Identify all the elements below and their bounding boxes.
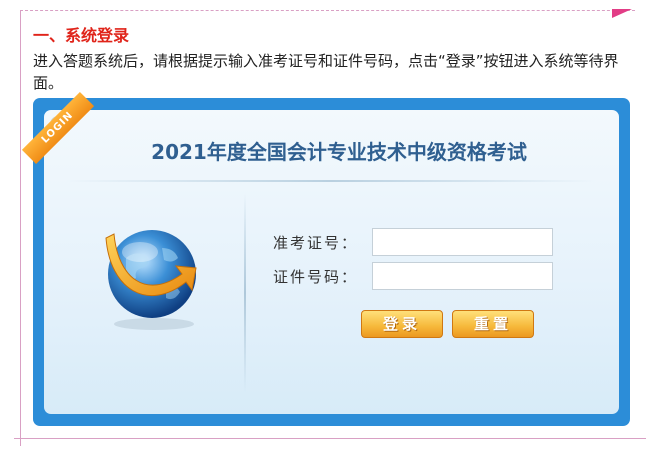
- login-inner-panel: 2021年度全国会计专业技术中级资格考试 准考证号： 证件号码： 登录 重置: [44, 110, 619, 414]
- corner-flag-icon: [612, 9, 632, 18]
- page-border-left: [20, 10, 21, 446]
- page-border-top: [20, 10, 635, 11]
- vertical-divider: [244, 193, 246, 393]
- admission-number-label: 准考证号：: [273, 234, 359, 252]
- section-intro: 进入答题系统后，请根据提示输入准考证号和证件号码，点击“登录”按钮进入系统等待界…: [33, 52, 619, 92]
- id-number-label: 证件号码：: [273, 268, 359, 286]
- login-panel: 2021年度全国会计专业技术中级资格考试 准考证号： 证件号码： 登录 重置 L…: [21, 91, 630, 426]
- admission-number-input[interactable]: [372, 228, 553, 256]
- exam-title: 2021年度全国会计专业技术中级资格考试: [151, 140, 527, 164]
- section-heading: 一、系统登录: [33, 26, 130, 45]
- globe-arrow-icon: [96, 208, 208, 334]
- admission-number-row: 准考证号：: [273, 228, 553, 256]
- title-divider: [66, 180, 596, 182]
- id-number-input[interactable]: [372, 262, 553, 290]
- login-button[interactable]: 登录: [361, 310, 443, 338]
- id-number-row: 证件号码：: [273, 262, 553, 290]
- reset-button[interactable]: 重置: [452, 310, 534, 338]
- page-border-bottom: [14, 438, 646, 439]
